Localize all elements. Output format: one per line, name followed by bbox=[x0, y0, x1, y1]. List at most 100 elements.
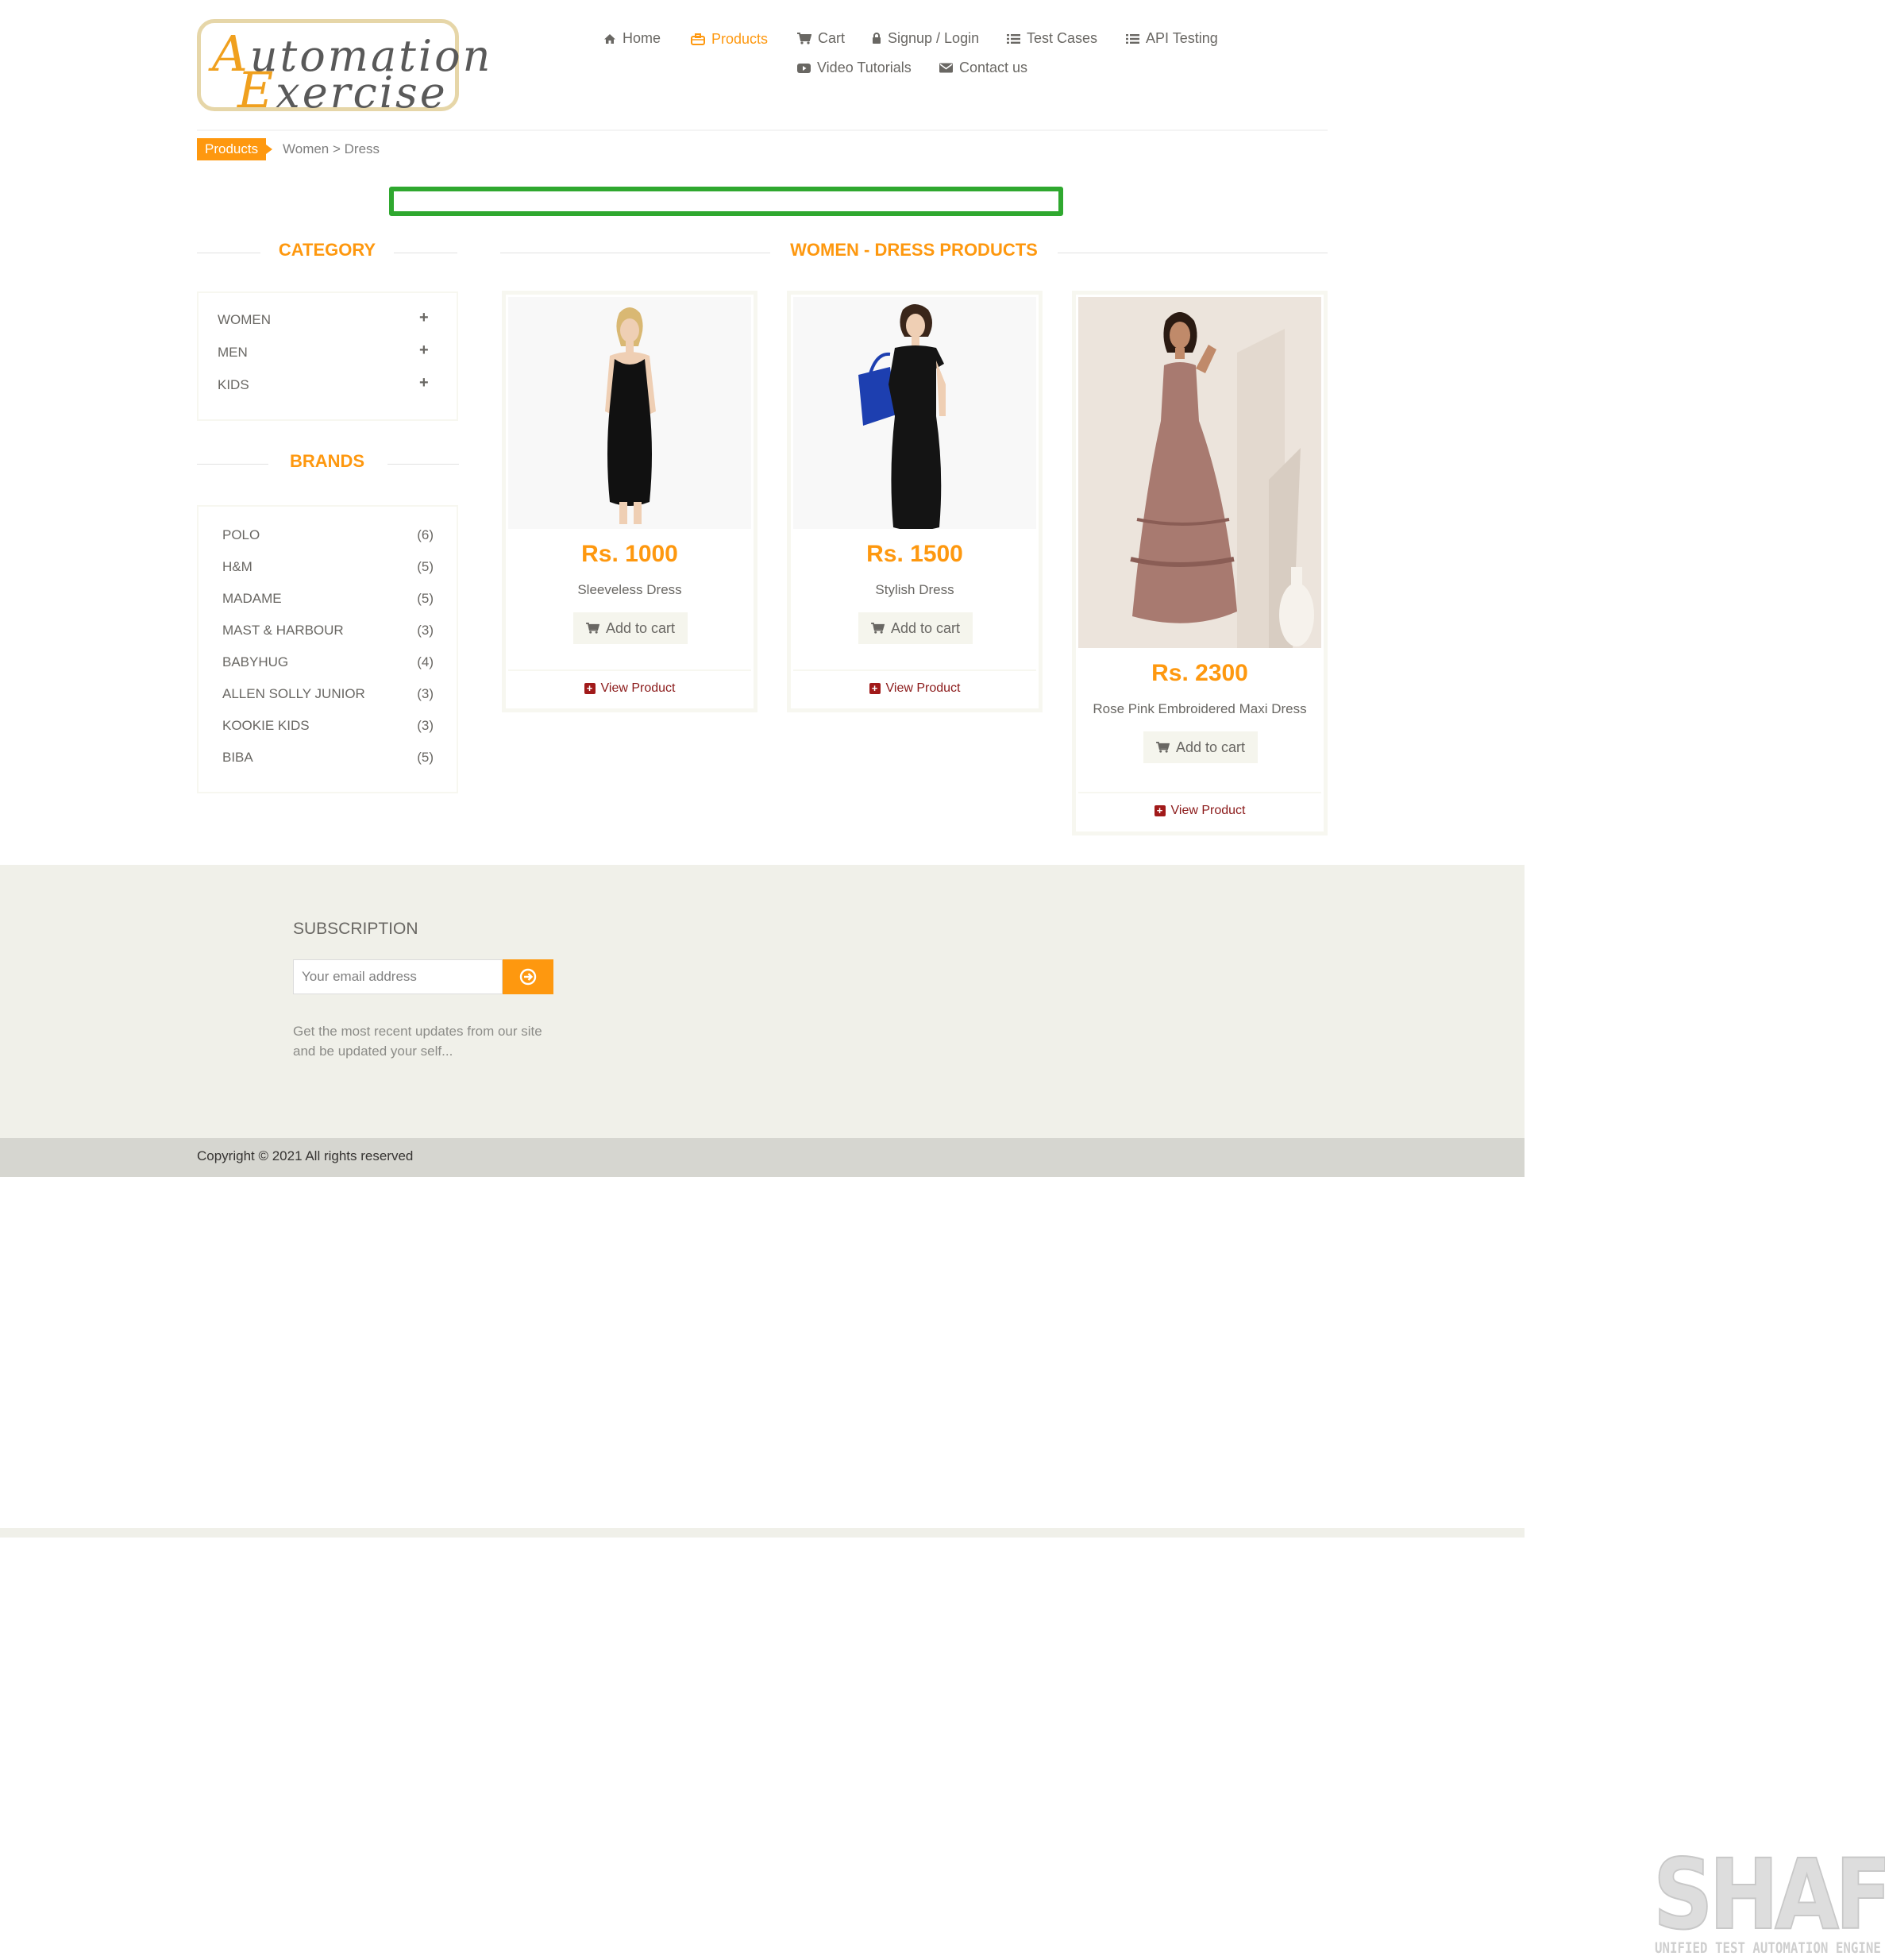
brand-count: (6) bbox=[417, 527, 434, 542]
nav-video-tutorials[interactable]: Video Tutorials bbox=[797, 60, 912, 76]
brand-babyhug[interactable]: BABYHUG bbox=[222, 654, 288, 670]
add-to-cart-label: Add to cart bbox=[1175, 739, 1246, 755]
watermark-tagline: UNIFIED TEST AUTOMATION ENGINE bbox=[1655, 1939, 1881, 1957]
brand-count: (3) bbox=[417, 623, 434, 638]
nav-api-testing[interactable]: API Testing bbox=[1126, 30, 1218, 47]
product-name: Sleeveless Dress bbox=[577, 582, 682, 597]
product-image bbox=[793, 297, 1036, 529]
category-kids[interactable]: KIDS bbox=[218, 377, 249, 393]
add-to-cart-button[interactable]: Add to cart bbox=[573, 612, 688, 644]
title-rule bbox=[197, 464, 268, 465]
plus-square-icon: + bbox=[869, 683, 881, 694]
product-card: Rs. 1000 Sleeveless Dress Add to cart + … bbox=[502, 291, 757, 712]
logo-text: xercise bbox=[276, 68, 448, 118]
list-icon bbox=[1007, 33, 1020, 44]
view-product-label: View Product bbox=[1170, 804, 1246, 817]
view-product-link[interactable]: + View Product bbox=[1076, 804, 1324, 818]
brand-kookie-kids[interactable]: KOOKIE KIDS bbox=[222, 718, 310, 734]
nav-label: Video Tutorials bbox=[817, 60, 912, 75]
brands-panel: POLO (6) H&M (5) MADAME (5) MAST & HARBO… bbox=[197, 505, 458, 793]
breadcrumb-path: Women > Dress bbox=[283, 141, 380, 156]
add-to-cart-button[interactable]: Add to cart bbox=[1143, 731, 1258, 763]
logo-text: E bbox=[237, 61, 276, 119]
copyright-text: Copyright © 2021 All rights reserved bbox=[197, 1148, 414, 1163]
header-divider bbox=[197, 129, 1328, 131]
nav-test-cases[interactable]: Test Cases bbox=[1007, 30, 1097, 47]
nav-label: Test Cases bbox=[1027, 30, 1098, 46]
cart-icon bbox=[871, 623, 885, 634]
nav-label: Contact us bbox=[959, 60, 1028, 75]
footer-widget bbox=[0, 865, 1525, 1138]
products-title: WOMEN - DRESS PRODUCTS bbox=[790, 240, 1038, 260]
category-men[interactable]: MEN bbox=[218, 345, 248, 361]
breadcrumb-products[interactable]: Products bbox=[197, 138, 273, 160]
category-panel: WOMEN + MEN + KIDS + bbox=[197, 291, 458, 421]
product-image bbox=[1078, 297, 1321, 648]
briefcase-icon bbox=[691, 33, 705, 45]
card-divider bbox=[793, 669, 1036, 671]
lock-icon bbox=[873, 33, 881, 44]
brand-hm[interactable]: H&M bbox=[222, 559, 252, 575]
brand-allen-solly-junior[interactable]: ALLEN SOLLY JUNIOR bbox=[222, 686, 365, 702]
brand-biba[interactable]: BIBA bbox=[222, 750, 253, 766]
watermark-logo: SHAFT bbox=[1652, 1838, 1885, 1951]
site-logo[interactable]: Automation Exercise bbox=[197, 19, 490, 119]
plus-square-icon: + bbox=[584, 683, 596, 694]
brand-madame[interactable]: MADAME bbox=[222, 591, 282, 607]
subscribe-email-input[interactable] bbox=[293, 959, 503, 994]
highlight-box bbox=[389, 187, 1063, 216]
add-to-cart-label: Add to cart bbox=[605, 620, 676, 636]
brand-count: (3) bbox=[417, 718, 434, 733]
nav-label: API Testing bbox=[1146, 30, 1218, 46]
nav-signup-login[interactable]: Signup / Login bbox=[872, 30, 979, 47]
nav-products[interactable]: Products bbox=[691, 31, 768, 48]
product-name: Stylish Dress bbox=[875, 582, 954, 597]
brand-count: (5) bbox=[417, 559, 434, 574]
card-divider bbox=[508, 669, 751, 671]
product-card: Rs. 2300 Rose Pink Embroidered Maxi Dres… bbox=[1072, 291, 1328, 835]
nav-cart[interactable]: Cart bbox=[797, 30, 845, 47]
nav-contact-us[interactable]: Contact us bbox=[939, 60, 1027, 76]
nav-label: Home bbox=[623, 30, 661, 46]
plus-icon[interactable]: + bbox=[419, 374, 429, 392]
brand-count: (5) bbox=[417, 591, 434, 606]
plus-icon[interactable]: + bbox=[419, 341, 429, 360]
home-icon bbox=[604, 33, 615, 44]
page-bottom-divider bbox=[0, 1528, 1525, 1538]
list-icon bbox=[1126, 33, 1139, 44]
shaft-watermark: SHAFT UNIFIED TEST AUTOMATION ENGINE bbox=[1650, 1838, 1885, 1960]
dress-photo bbox=[508, 297, 751, 529]
brand-count: (4) bbox=[417, 654, 434, 669]
cart-icon bbox=[586, 623, 599, 634]
nav-label: Products bbox=[711, 31, 769, 47]
dress-photo bbox=[1078, 297, 1321, 648]
cart-icon bbox=[797, 33, 811, 44]
envelope-icon bbox=[939, 63, 953, 73]
view-product-label: View Product bbox=[600, 681, 676, 695]
card-divider bbox=[1078, 792, 1321, 793]
product-price: Rs. 1500 bbox=[866, 541, 963, 567]
product-name: Rose Pink Embroidered Maxi Dress bbox=[1093, 701, 1307, 716]
brand-count: (5) bbox=[417, 750, 434, 765]
product-card: Rs. 1500 Stylish Dress Add to cart + Vie… bbox=[787, 291, 1043, 712]
product-price: Rs. 2300 bbox=[1151, 660, 1248, 686]
cart-icon bbox=[1156, 742, 1170, 753]
title-rule bbox=[387, 464, 459, 465]
plus-icon[interactable]: + bbox=[419, 309, 429, 327]
subscribe-button[interactable] bbox=[503, 959, 553, 994]
add-to-cart-button[interactable]: Add to cart bbox=[858, 612, 973, 644]
subscription-title: SUBSCRIPTION bbox=[293, 920, 418, 938]
plus-square-icon: + bbox=[1154, 805, 1166, 816]
view-product-link[interactable]: + View Product bbox=[506, 681, 754, 696]
add-to-cart-label: Add to cart bbox=[890, 620, 961, 636]
view-product-label: View Product bbox=[885, 681, 961, 695]
youtube-play-icon bbox=[797, 63, 811, 73]
brand-mast-harbour[interactable]: MAST & HARBOUR bbox=[222, 623, 344, 639]
brand-polo[interactable]: POLO bbox=[222, 527, 260, 543]
dress-photo bbox=[793, 297, 1036, 529]
product-price: Rs. 1000 bbox=[581, 541, 678, 567]
category-women[interactable]: WOMEN bbox=[218, 312, 271, 328]
view-product-link[interactable]: + View Product bbox=[791, 681, 1039, 696]
nav-home[interactable]: Home bbox=[603, 30, 661, 47]
product-image bbox=[508, 297, 751, 529]
